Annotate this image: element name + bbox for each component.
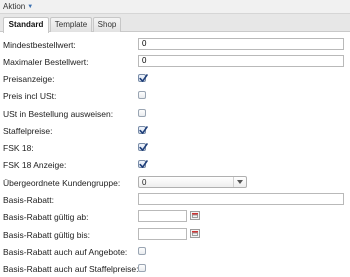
rabatt-staffelpreise-checkbox[interactable]: [138, 264, 146, 272]
preis-incl-ust-label: Preis incl USt:: [3, 91, 57, 101]
row-rabatt-bis: Basis-Rabatt gültig bis:: [0, 226, 350, 243]
rabatt-staffelpreise-label: Basis-Rabatt auch auf Staffelpreise:: [3, 264, 139, 274]
rabatt-ab-date-input[interactable]: [138, 210, 187, 222]
fsk18-label: FSK 18:: [3, 143, 34, 153]
fsk18-anzeige-checkbox[interactable]: [138, 160, 148, 168]
maximaler-bestellwert-input[interactable]: 0: [138, 55, 344, 67]
kundengruppe-value: 0: [142, 178, 147, 187]
kundengruppe-select[interactable]: 0: [138, 176, 247, 188]
staffelpreise-checkbox[interactable]: [138, 126, 148, 134]
row-staffelpreise: Staffelpreise:: [0, 122, 350, 139]
mindestbestellwert-input[interactable]: 0: [138, 38, 344, 50]
maximaler-bestellwert-label: Maximaler Bestellwert:: [3, 57, 89, 67]
checkmark-icon: [139, 74, 148, 82]
checkmark-icon: [139, 143, 148, 151]
fsk18-checkbox[interactable]: [138, 143, 148, 151]
basis-rabatt-label: Basis-Rabatt:: [3, 195, 55, 205]
row-basis-rabatt: Basis-Rabatt:: [0, 191, 350, 208]
tab-bar: Standard Template Shop: [0, 14, 350, 33]
rabatt-bis-date-input[interactable]: [138, 228, 187, 240]
tab-standard[interactable]: Standard: [3, 17, 49, 33]
row-rabatt-staffelpreise: Basis-Rabatt auch auf Staffelpreise:: [0, 260, 350, 277]
preisanzeige-checkbox[interactable]: [138, 74, 148, 82]
staffelpreise-label: Staffelpreise:: [3, 126, 53, 136]
caret-down-icon: ▼: [27, 4, 34, 10]
row-fsk18: FSK 18:: [0, 139, 350, 156]
row-preisanzeige: Preisanzeige:: [0, 70, 350, 87]
checkmark-icon: [139, 126, 148, 134]
chevron-down-icon: [233, 177, 246, 187]
basis-rabatt-input[interactable]: [138, 193, 344, 205]
checkmark-icon: [139, 160, 148, 168]
mindestbestellwert-label: Mindestbestellwert:: [3, 40, 76, 50]
fsk18-anzeige-label: FSK 18 Anzeige:: [3, 160, 67, 170]
calendar-icon[interactable]: [190, 211, 200, 220]
row-kundengruppe: Übergeordnete Kundengruppe: 0: [0, 174, 350, 191]
row-rabatt-ab: Basis-Rabatt gültig ab:: [0, 208, 350, 225]
row-maximaler-bestellwert: Maximaler Bestellwert: 0: [0, 53, 350, 70]
rabatt-angebote-label: Basis-Rabatt auch auf Angebote:: [3, 247, 128, 257]
row-preis-incl-ust: Preis incl USt:: [0, 87, 350, 104]
ust-bestellung-label: USt in Bestellung ausweisen:: [3, 109, 114, 119]
row-ust-bestellung: USt in Bestellung ausweisen:: [0, 105, 350, 122]
top-menu-bar: Aktion ▼: [0, 0, 350, 14]
aktion-menu-label: Aktion: [3, 2, 26, 11]
row-fsk18-anzeige: FSK 18 Anzeige:: [0, 156, 350, 173]
tab-shop[interactable]: Shop: [93, 17, 121, 32]
tab-template[interactable]: Template: [50, 17, 92, 32]
rabatt-ab-label: Basis-Rabatt gültig ab:: [3, 212, 89, 222]
row-rabatt-angebote: Basis-Rabatt auch auf Angebote:: [0, 243, 350, 260]
preis-incl-ust-checkbox[interactable]: [138, 91, 146, 99]
kundengruppe-label: Übergeordnete Kundengruppe:: [3, 178, 121, 188]
preisanzeige-label: Preisanzeige:: [3, 74, 55, 84]
rabatt-angebote-checkbox[interactable]: [138, 247, 146, 255]
ust-bestellung-checkbox[interactable]: [138, 109, 146, 117]
aktion-menu[interactable]: Aktion ▼: [3, 2, 33, 11]
calendar-icon[interactable]: [190, 229, 200, 238]
rabatt-bis-label: Basis-Rabatt gültig bis:: [3, 230, 90, 240]
row-mindestbestellwert: Mindestbestellwert: 0: [0, 36, 350, 53]
